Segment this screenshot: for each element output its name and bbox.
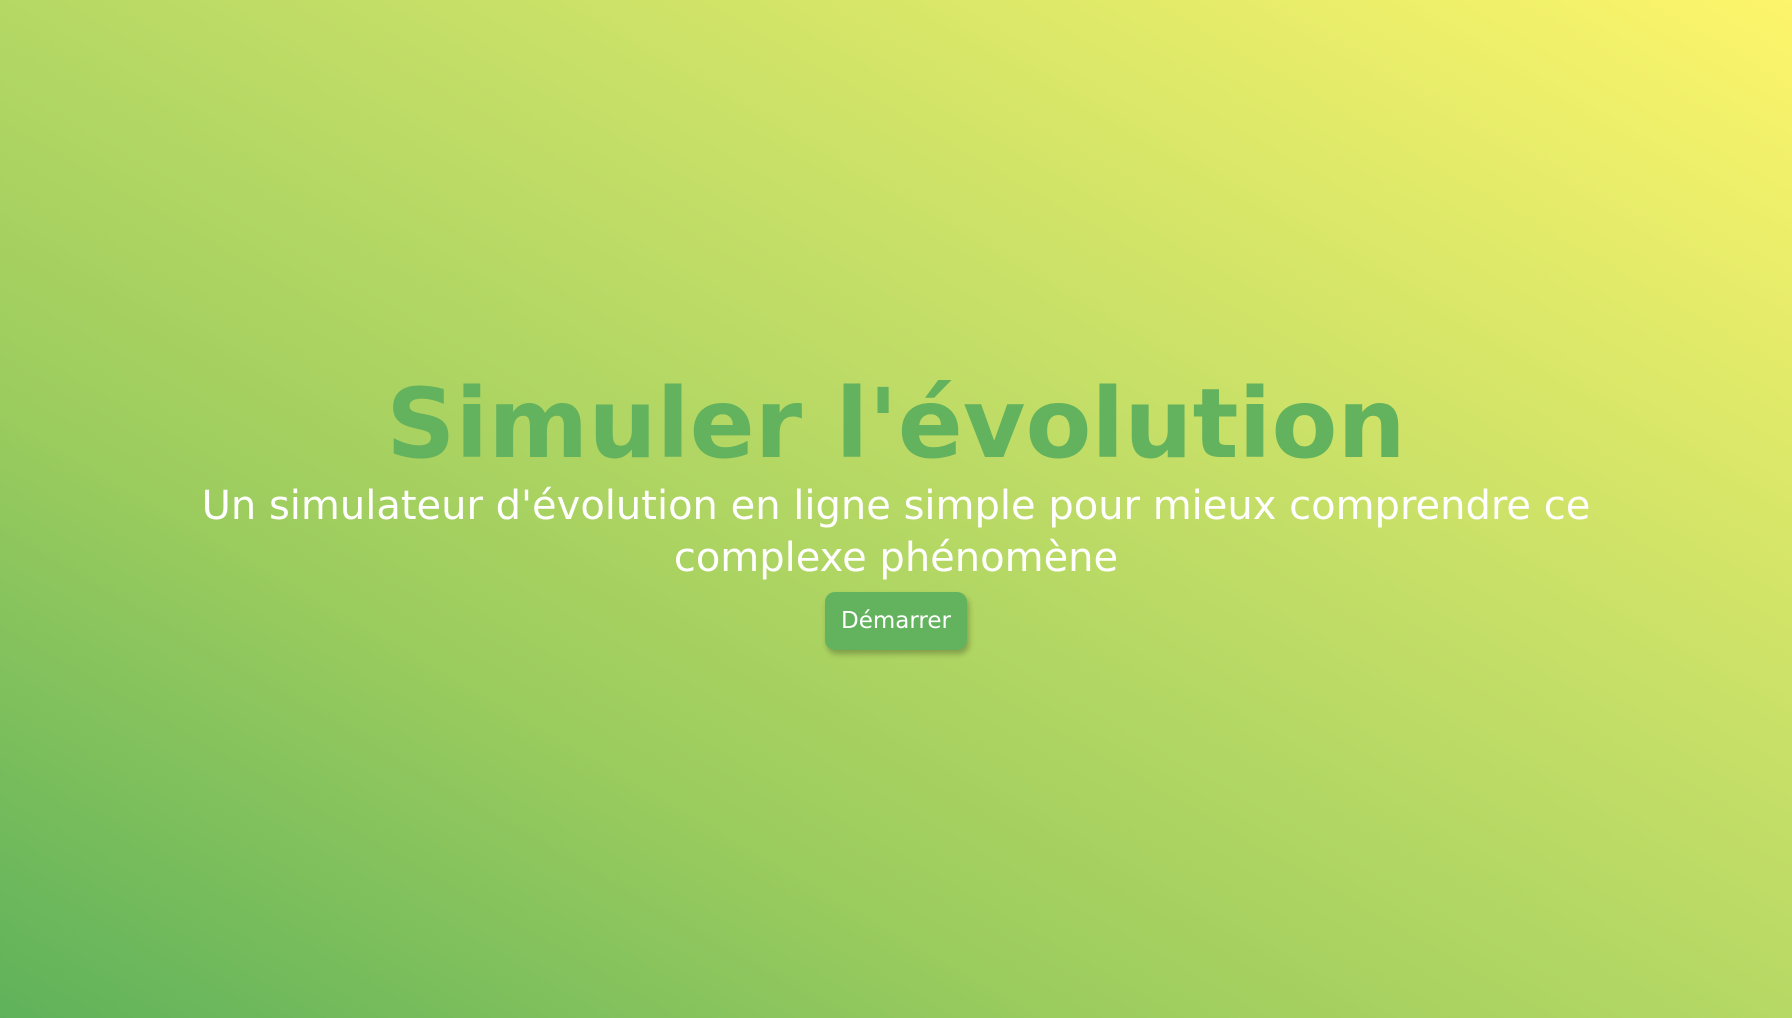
- landing-page: Simuler l'évolution Un simulateur d'évol…: [0, 0, 1792, 1018]
- start-button[interactable]: Démarrer: [825, 592, 967, 650]
- hero-section: Simuler l'évolution Un simulateur d'évol…: [196, 368, 1596, 650]
- page-subtitle: Un simulateur d'évolution en ligne simpl…: [201, 483, 1591, 581]
- page-title: Simuler l'évolution: [386, 368, 1406, 480]
